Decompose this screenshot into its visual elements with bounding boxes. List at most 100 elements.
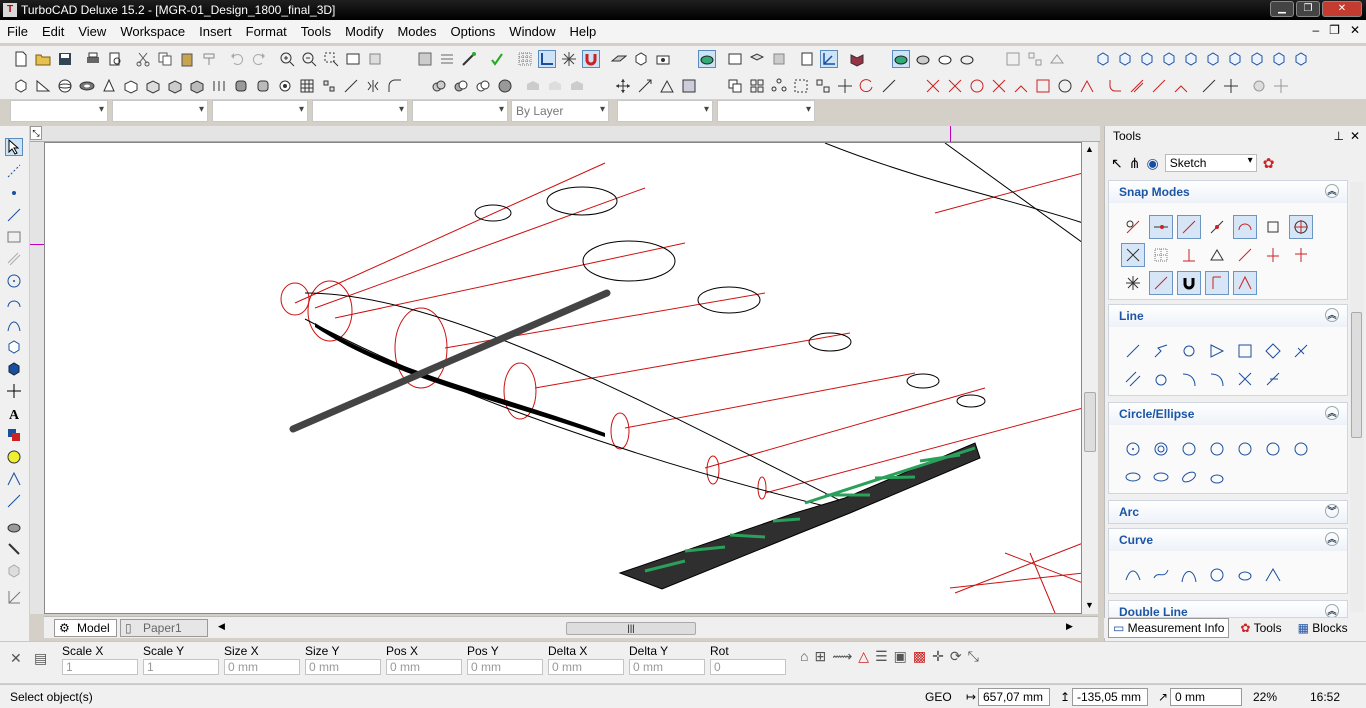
magnet-snap-icon[interactable]: [582, 50, 600, 68]
circle-tangent-arc-icon[interactable]: [1261, 437, 1285, 461]
circle-tangent-line-icon[interactable]: [1149, 367, 1173, 391]
torus-icon[interactable]: [78, 77, 96, 95]
facet-icon[interactable]: [496, 77, 514, 95]
collapse-chevron-icon[interactable]: ︽: [1325, 406, 1339, 420]
snap-grid-icon[interactable]: [1149, 243, 1173, 267]
node-edit-icon[interactable]: [5, 470, 23, 488]
render-scene-icon[interactable]: [680, 77, 698, 95]
rectangle-line-icon[interactable]: [1233, 339, 1257, 363]
parallel-line-icon[interactable]: [1121, 367, 1145, 391]
node-mode-icon[interactable]: ⋔: [1129, 155, 1141, 172]
stack-icon[interactable]: ☰: [875, 648, 888, 665]
line-style-dropdown[interactable]: [112, 100, 208, 122]
snap-vertex-icon[interactable]: [1121, 215, 1145, 239]
break-icon[interactable]: [968, 77, 986, 95]
horizontal-scroll-thumb[interactable]: |||: [566, 622, 696, 635]
pin-icon[interactable]: ⊥: [1334, 129, 1344, 143]
menu-view[interactable]: View: [71, 24, 113, 39]
render-icon[interactable]: [416, 50, 434, 68]
ortho-icon[interactable]: [538, 50, 556, 68]
grid-icon[interactable]: [516, 50, 534, 68]
spiral-icon[interactable]: [1205, 563, 1229, 587]
pick-point-icon[interactable]: [636, 77, 654, 95]
line-width-dropdown[interactable]: [212, 100, 308, 122]
extend-icon[interactable]: [946, 77, 964, 95]
snap-cross-icon[interactable]: [1121, 243, 1145, 267]
spell-check-icon[interactable]: [488, 50, 506, 68]
local-menu-icon[interactable]: ⌂: [800, 648, 808, 665]
vertical-scrollbar[interactable]: ▲ ▼: [1082, 142, 1098, 614]
cube-view-icon[interactable]: [632, 50, 650, 68]
hidden-line-icon[interactable]: [936, 50, 954, 68]
zoom-window-icon[interactable]: [322, 50, 340, 68]
workplane-tool-icon[interactable]: [5, 588, 23, 606]
palette-scrollbar[interactable]: [1350, 182, 1364, 612]
menu-format[interactable]: Format: [239, 24, 294, 39]
explode-icon[interactable]: [836, 77, 854, 95]
pos-y-field[interactable]: 0 mm: [467, 659, 543, 675]
symbol-icon[interactable]: [5, 448, 23, 466]
delta-x-field[interactable]: 0 mm: [548, 659, 624, 675]
material-icon[interactable]: [5, 562, 23, 580]
size-dropdown[interactable]: [717, 100, 815, 122]
copy-object-icon[interactable]: [726, 77, 744, 95]
radial-array-icon[interactable]: [770, 77, 788, 95]
properties-icon[interactable]: [438, 50, 456, 68]
undo-icon[interactable]: [228, 50, 246, 68]
cylinder-icon[interactable]: [276, 77, 294, 95]
diamond-line-icon[interactable]: [1261, 339, 1285, 363]
view-iso-nw-icon[interactable]: [1248, 50, 1266, 68]
view-back-icon[interactable]: [1182, 50, 1200, 68]
select-arrow-icon[interactable]: [5, 138, 23, 156]
snap-center-icon[interactable]: [1205, 215, 1229, 239]
coordinate-icon[interactable]: [820, 50, 838, 68]
offset-icon[interactable]: [1128, 77, 1146, 95]
zoom-out-icon[interactable]: [300, 50, 318, 68]
dimension-icon[interactable]: [1200, 77, 1218, 95]
palette-scroll-thumb[interactable]: [1351, 312, 1362, 438]
menu-insert[interactable]: Insert: [192, 24, 239, 39]
split-icon[interactable]: [990, 77, 1008, 95]
angle-line-icon[interactable]: [1205, 339, 1229, 363]
boolean-intersect-icon[interactable]: [474, 77, 492, 95]
palette-icon[interactable]: [770, 50, 788, 68]
modify-icon[interactable]: [5, 492, 23, 510]
pos-x-field[interactable]: 0 mm: [386, 659, 462, 675]
transform-icon[interactable]: ▩: [913, 648, 926, 665]
inspector-table-icon[interactable]: ▤: [34, 650, 47, 667]
menu-file[interactable]: File: [0, 24, 35, 39]
render-mode-icon[interactable]: [698, 50, 716, 68]
y-coordinate-field[interactable]: -135,05 mm: [1072, 688, 1148, 706]
align-to-icon[interactable]: ⟿: [832, 648, 852, 665]
curve-tangent-line-icon[interactable]: [1205, 367, 1229, 391]
wand-icon[interactable]: [460, 50, 478, 68]
ellipse-rotated-icon[interactable]: [1177, 465, 1201, 489]
rot-field[interactable]: 0: [710, 659, 786, 675]
slice-icon[interactable]: [342, 77, 360, 95]
perpendicular-line-icon[interactable]: [1289, 339, 1313, 363]
circle-multi-tangent-icon[interactable]: [1289, 437, 1313, 461]
menu-window[interactable]: Window: [502, 24, 562, 39]
menu-modes[interactable]: Modes: [390, 24, 443, 39]
measure-icon[interactable]: [1048, 50, 1066, 68]
section-header-circle[interactable]: Circle/Ellipse ︽: [1109, 403, 1347, 425]
app-icon[interactable]: T: [3, 3, 17, 17]
size-y-field[interactable]: 0 mm: [305, 659, 381, 675]
multi-line-icon[interactable]: [1149, 339, 1173, 363]
tab-paper1[interactable]: ▯ Paper1: [120, 619, 208, 637]
snap-extension-icon[interactable]: [1233, 243, 1257, 267]
navigate-icon[interactable]: [1272, 77, 1290, 95]
globe-icon[interactable]: ◉: [1146, 155, 1158, 172]
select-mode-icon[interactable]: ↖: [1111, 155, 1123, 172]
book-icon[interactable]: [848, 50, 866, 68]
ellipse-three-point-icon[interactable]: [1205, 465, 1229, 489]
scale-y-field[interactable]: 1: [143, 659, 219, 675]
spline-icon[interactable]: [1121, 563, 1145, 587]
snap-quadrant-icon[interactable]: [1261, 215, 1285, 239]
text-icon[interactable]: A: [5, 404, 23, 422]
pen-color-dropdown[interactable]: [10, 100, 108, 122]
scale-icon[interactable]: [880, 77, 898, 95]
page-setup-icon[interactable]: [798, 50, 816, 68]
rotate-icon[interactable]: [858, 77, 876, 95]
sweep-icon[interactable]: [188, 77, 206, 95]
